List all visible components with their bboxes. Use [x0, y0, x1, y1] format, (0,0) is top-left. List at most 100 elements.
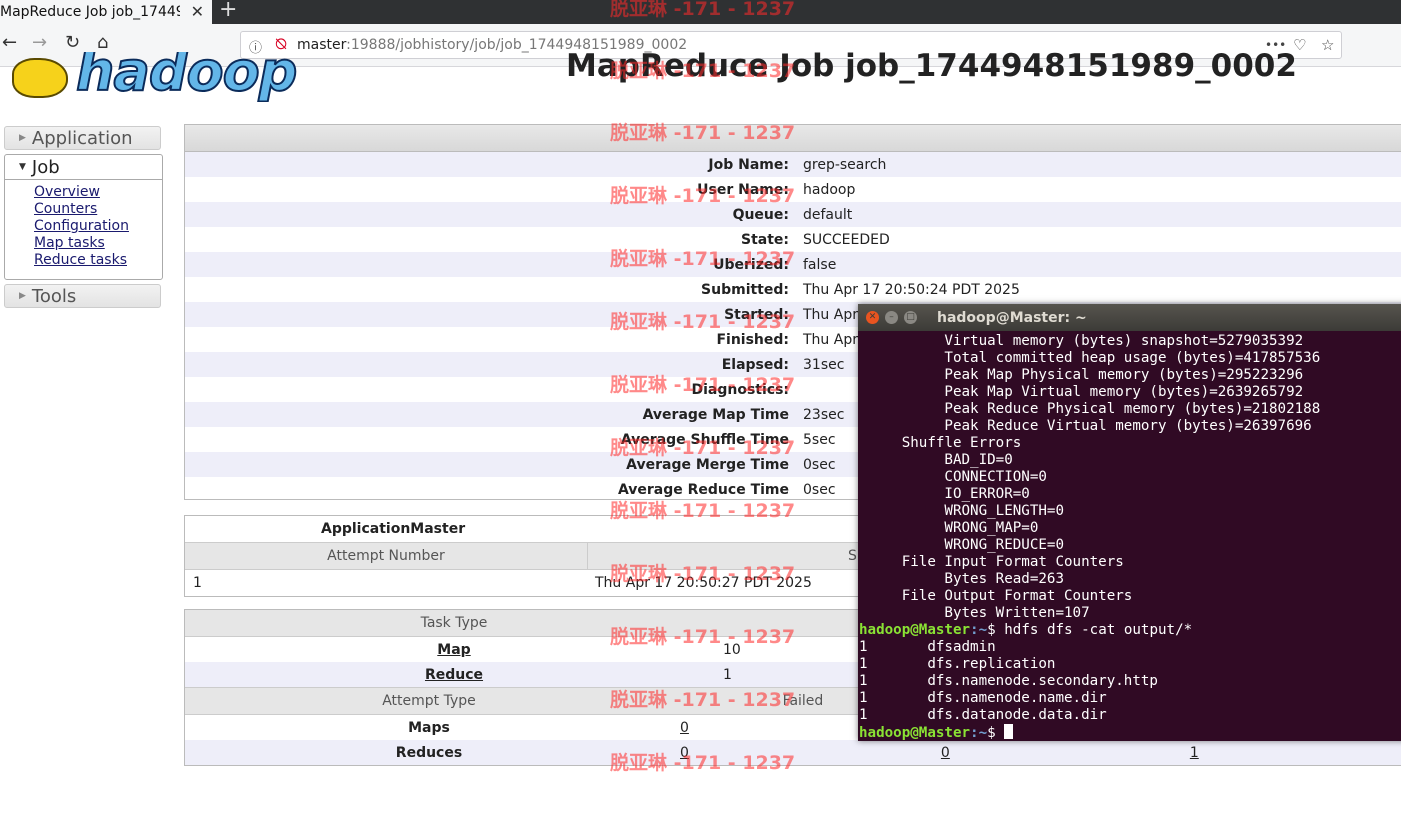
reduce-total: 1: [723, 666, 732, 683]
info-key: Average Merge Time: [626, 456, 789, 473]
prompt-path: :~: [970, 622, 988, 638]
terminal-line: Bytes Written=107: [859, 605, 1090, 621]
info-value: 23sec: [803, 406, 845, 423]
terminal-line: WRONG_LENGTH=0: [859, 503, 1064, 519]
terminal-output: Virtual memory (bytes) snapshot=52790353…: [858, 331, 1401, 741]
info-key: Diagnostics:: [691, 381, 789, 398]
terminal-line: BAD_ID=0: [859, 452, 1013, 468]
info-row: State: SUCCEEDED: [185, 227, 1401, 252]
insecure-lock-icon[interactable]: ⦰: [275, 35, 287, 53]
page-title: MapReduce Job job_1744948151989_0002: [566, 48, 1297, 84]
browser-tab[interactable]: MapReduce Job job_17449 ✕: [0, 0, 212, 24]
terminal-titlebar[interactable]: ✕ – □ hadoop@Master: ~: [858, 304, 1401, 331]
reduces-failed-link[interactable]: 0: [680, 745, 689, 761]
start-time: Thu Apr 17 20:50:27 PDT 2025: [595, 575, 812, 591]
info-row: Uberized: false: [185, 252, 1401, 277]
minimize-window-icon[interactable]: –: [885, 311, 898, 324]
info-value: grep-search: [803, 156, 887, 173]
info-value: 0sec: [803, 456, 836, 473]
info-key: Uberized:: [713, 256, 789, 273]
current-prompt-line[interactable]: hadoop@Master:~$: [859, 724, 1401, 741]
accordion-tools-label: Tools: [31, 285, 77, 307]
info-value: 0sec: [803, 481, 836, 498]
info-value: Thu Apr: [803, 306, 858, 323]
terminal-line: Peak Reduce Physical memory (bytes)=2180…: [859, 401, 1321, 417]
terminal-line: 1 dfs.namenode.name.dir: [859, 690, 1107, 706]
terminal-line: Total committed heap usage (bytes)=41785…: [859, 350, 1321, 366]
triangle-right-icon: ▶: [19, 133, 26, 143]
terminal-line: Peak Reduce Virtual memory (bytes)=26397…: [859, 418, 1312, 434]
terminal-line: CONNECTION=0: [859, 469, 1047, 485]
info-key: Average Shuffle Time: [620, 431, 789, 448]
accordion-application-label: Application: [31, 127, 133, 149]
info-row: Queue: default: [185, 202, 1401, 227]
reduce-link[interactable]: Reduce: [425, 667, 483, 683]
reduces-successful-link[interactable]: 1: [1190, 745, 1199, 761]
table-row: Reduces 0 0 1: [185, 740, 1401, 765]
prompt-user: hadoop@Master: [859, 725, 971, 741]
accordion-job-label: Job: [31, 156, 60, 178]
info-key: Average Reduce Time: [617, 481, 789, 498]
terminal-line: 1 dfs.namenode.secondary.http: [859, 673, 1158, 689]
map-link[interactable]: Map: [437, 642, 470, 658]
home-icon[interactable]: ⌂: [97, 32, 108, 53]
accordion-tools[interactable]: ▶ Tools: [4, 284, 161, 308]
info-key: Average Map Time: [642, 406, 789, 423]
terminal-line: WRONG_REDUCE=0: [859, 537, 1064, 553]
link-configuration[interactable]: Configuration: [34, 218, 162, 235]
accordion-application[interactable]: ▶ Application: [4, 126, 161, 150]
terminal-line: File Input Format Counters: [859, 554, 1124, 570]
link-reduce-tasks[interactable]: Reduce tasks: [34, 252, 162, 269]
info-value: Thu Apr 17 20:50:24 PDT 2025: [803, 281, 1020, 298]
info-value: Thu Apr: [803, 331, 858, 348]
info-key: Finished:: [716, 331, 789, 348]
terminal-line: 1 dfs.datanode.data.dir: [859, 707, 1107, 723]
new-tab-icon[interactable]: +: [219, 0, 237, 22]
triangle-right-icon: ▶: [19, 291, 26, 301]
logo-text: hadoop: [75, 52, 298, 102]
tab-bar: MapReduce Job job_17449 ✕ +: [0, 0, 1401, 24]
close-window-icon[interactable]: ✕: [866, 311, 879, 324]
prompt-path: :~: [970, 725, 988, 741]
info-key: State:: [740, 231, 789, 248]
terminal-line: 1 dfs.replication: [859, 656, 1056, 672]
info-key: Elapsed:: [721, 356, 789, 373]
col-attempt-type: Attempt Type: [382, 693, 476, 709]
info-key: Submitted:: [701, 281, 789, 298]
maps-label: Maps: [408, 719, 450, 736]
prompt-user: hadoop@Master: [859, 622, 971, 638]
link-counters[interactable]: Counters: [34, 201, 162, 218]
link-map-tasks[interactable]: Map tasks: [34, 235, 162, 252]
back-icon[interactable]: ←: [2, 32, 17, 53]
reload-icon[interactable]: ↻: [65, 32, 80, 53]
terminal-line: Peak Map Virtual memory (bytes)=26392657…: [859, 384, 1304, 400]
terminal-window[interactable]: ✕ – □ hadoop@Master: ~ Virtual memory (b…: [858, 304, 1401, 741]
maps-failed-link[interactable]: 0: [680, 720, 689, 736]
close-tab-icon[interactable]: ✕: [191, 2, 204, 21]
reduces-label: Reduces: [395, 744, 463, 761]
accordion-job: ▼ Job Overview Counters Configuration Ma…: [4, 154, 163, 280]
col-attempt-number[interactable]: Attempt Number: [185, 543, 588, 569]
info-row: Submitted: Thu Apr 17 20:50:24 PDT 2025: [185, 277, 1401, 302]
elephant-icon: [12, 58, 68, 98]
terminal-line: IO_ERROR=0: [859, 486, 1030, 502]
info-key: Queue:: [732, 206, 789, 223]
url-host: master: [297, 37, 347, 53]
info-value: false: [803, 256, 837, 273]
accordion-job-header[interactable]: ▼ Job: [5, 155, 162, 180]
col-task-type: Task Type: [420, 615, 488, 631]
prompt-symbol: $: [987, 622, 1005, 638]
terminal-line: File Output Format Counters: [859, 588, 1133, 604]
command-text: hdfs dfs -cat output/*: [1004, 622, 1193, 638]
bookmark-star-icon[interactable]: ☆: [1321, 36, 1334, 54]
sidebar: ▶ Application ▼ Job Overview Counters Co…: [4, 126, 163, 308]
forward-icon[interactable]: →: [32, 32, 47, 53]
reduces-killed-link[interactable]: 0: [941, 745, 950, 761]
maximize-window-icon[interactable]: □: [904, 311, 917, 324]
terminal-line: Virtual memory (bytes) snapshot=52790353…: [859, 333, 1304, 349]
terminal-line: WRONG_MAP=0: [859, 520, 1039, 536]
tab-title: MapReduce Job job_17449: [0, 4, 180, 20]
map-total: 10: [723, 641, 741, 658]
link-overview[interactable]: Overview: [34, 184, 162, 201]
col-start-time[interactable]: S: [848, 548, 857, 564]
